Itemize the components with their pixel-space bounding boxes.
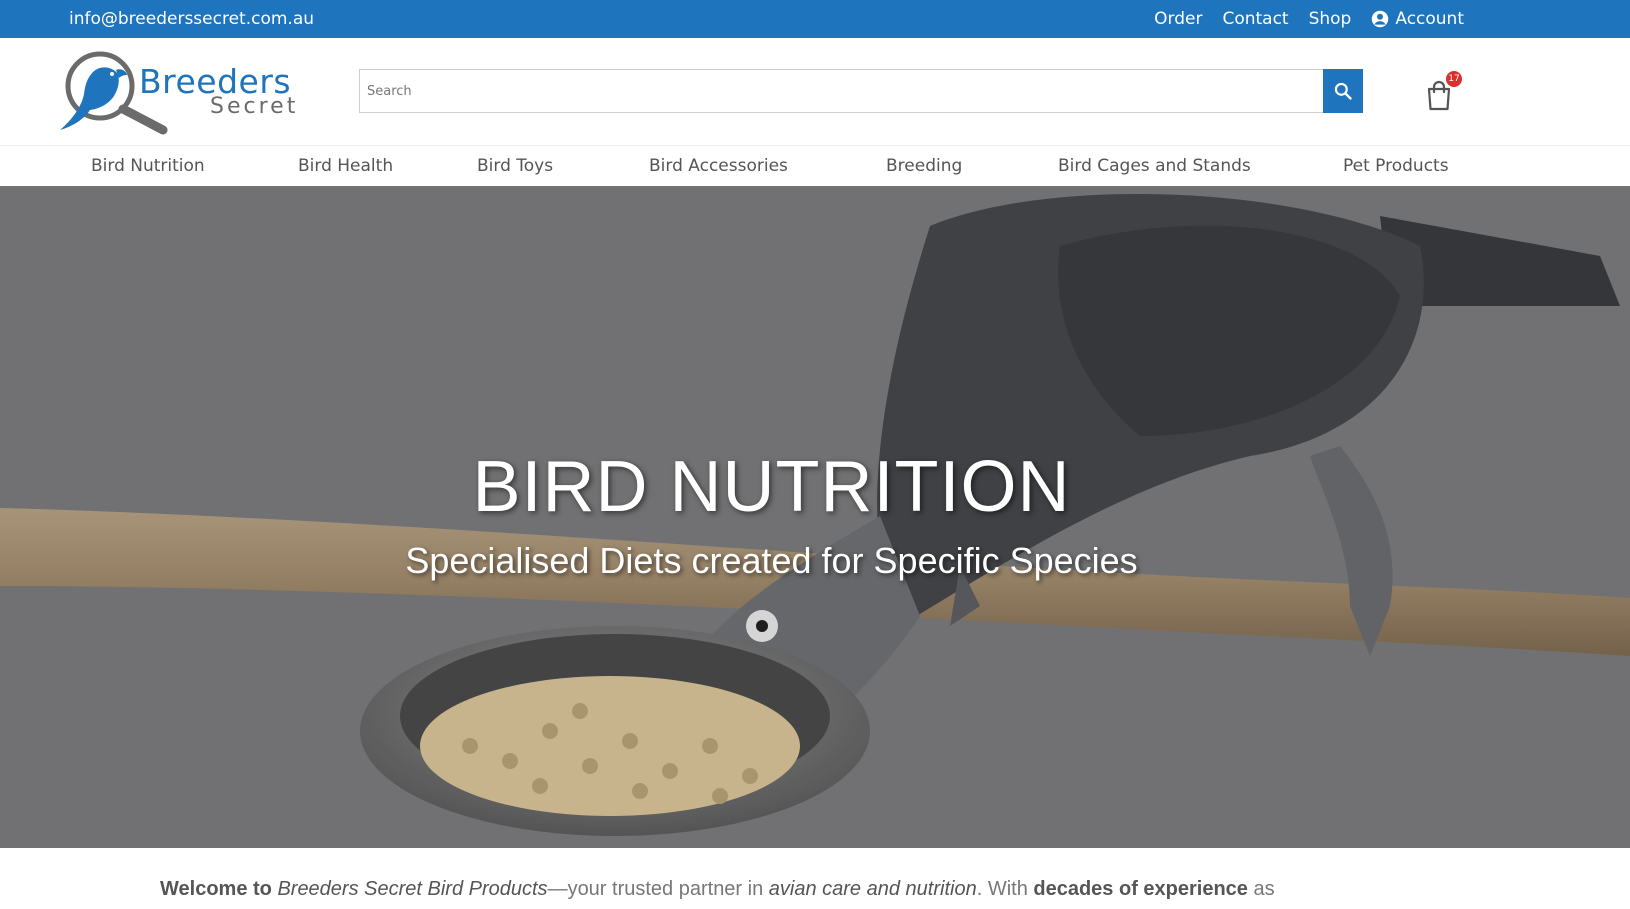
- nav-item-bird-nutrition[interactable]: Bird Nutrition: [91, 156, 205, 176]
- email-link[interactable]: info@breederssecret.com.au: [69, 9, 314, 29]
- nav-item-bird-toys[interactable]: Bird Toys: [477, 156, 553, 176]
- logo[interactable]: Breeders Secret: [60, 46, 300, 138]
- nav-item-bird-health[interactable]: Bird Health: [298, 156, 393, 176]
- nav-item-bird-accessories[interactable]: Bird Accessories: [649, 156, 788, 176]
- cart-button[interactable]: 17: [1424, 71, 1464, 112]
- hero-title: BIRD NUTRITION: [472, 447, 1071, 527]
- site-header: Breeders Secret 17: [0, 38, 1630, 146]
- nav-item-breeding[interactable]: Breeding: [886, 156, 962, 176]
- welcome-part-7: as: [1247, 878, 1275, 900]
- welcome-brand: Breeders Secret Bird Products: [277, 878, 548, 900]
- category-nav: Bird Nutrition Bird Health Bird Toys Bir…: [0, 146, 1630, 186]
- account-label: Account: [1395, 9, 1464, 29]
- welcome-avian-care: avian care and nutrition: [768, 878, 977, 900]
- logo-word-secret: Secret: [210, 94, 299, 119]
- shop-link[interactable]: Shop: [1309, 9, 1352, 29]
- search-input[interactable]: [359, 69, 1323, 113]
- search-button[interactable]: [1323, 69, 1363, 113]
- welcome-part-3: —your trusted partner in: [547, 878, 769, 900]
- account-link[interactable]: Account: [1371, 9, 1464, 29]
- welcome-text: Welcome to Breeders Secret Bird Products…: [160, 878, 1275, 901]
- welcome-decades: decades of experience: [1033, 878, 1248, 900]
- account-icon: [1372, 10, 1389, 28]
- order-link[interactable]: Order: [1154, 9, 1202, 29]
- top-links: Order Contact Shop Account: [1154, 9, 1464, 29]
- search-icon: [1334, 82, 1352, 100]
- welcome-part-5: . With: [976, 878, 1034, 900]
- top-bar: info@breederssecret.com.au Order Contact…: [0, 0, 1630, 38]
- cart-count-badge: 17: [1446, 71, 1462, 87]
- hero-subtitle: Specialised Diets created for Specific S…: [405, 540, 1138, 581]
- search-bar: [359, 69, 1363, 113]
- nav-item-bird-cages-and-stands[interactable]: Bird Cages and Stands: [1058, 156, 1251, 176]
- hero-banner[interactable]: BIRD NUTRITION Specialised Diets created…: [0, 186, 1630, 848]
- nav-item-pet-products[interactable]: Pet Products: [1343, 156, 1449, 176]
- contact-link[interactable]: Contact: [1222, 9, 1288, 29]
- welcome-part-1: Welcome to: [160, 878, 278, 900]
